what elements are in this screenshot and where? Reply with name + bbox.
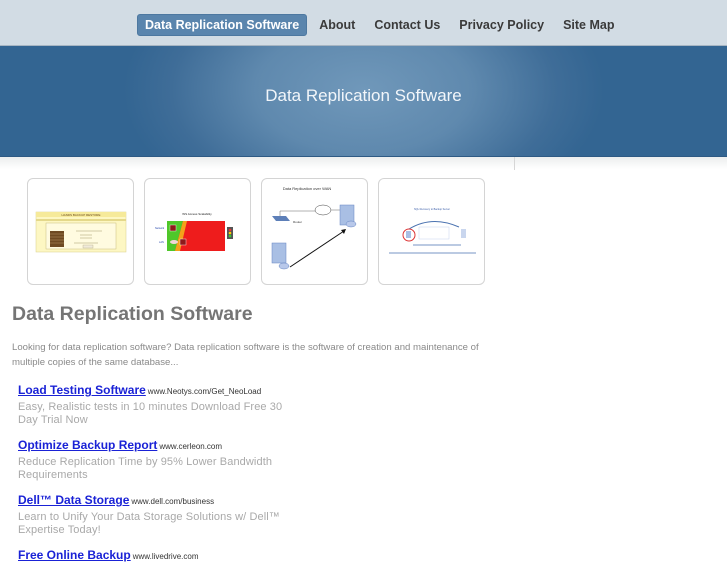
svg-text:Network: Network <box>155 227 165 230</box>
backup-restore-image: HANDS BACKUP RESTORE <box>35 211 127 253</box>
header-banner: Data Replication Software <box>0 46 727 157</box>
thumbnail-sql-recovery[interactable]: SQL Recovery to Backup Server <box>378 178 485 285</box>
replication-wan-image: Data Replication over WAN Router <box>271 186 357 270</box>
banner-shadow <box>0 157 727 169</box>
thumb-caption: SQL Recovery to Backup Server <box>414 208 450 211</box>
nav-item-about[interactable]: About <box>312 15 362 35</box>
nav-item-privacy-policy[interactable]: Privacy Policy <box>452 15 551 35</box>
nav-item-site-map[interactable]: Site Map <box>556 15 621 35</box>
thumb-caption: HANDS BACKUP RESTORE <box>62 213 101 217</box>
thumb-caption: Data Replication over WAN <box>283 186 332 191</box>
svg-text:Router: Router <box>293 220 302 224</box>
thumb-caption: WS Access Scalability <box>182 212 212 216</box>
nav-item-data-replication-software[interactable]: Data Replication Software <box>137 14 308 36</box>
ad-url[interactable]: www.dell.com/business <box>131 497 214 506</box>
ad-title-link[interactable]: Optimize Backup Report <box>18 438 157 452</box>
nav-item-contact-us[interactable]: Contact Us <box>367 15 447 35</box>
ad-title-link[interactable]: Load Testing Software <box>18 383 146 397</box>
thumbnail-backup-restore[interactable]: HANDS BACKUP RESTORE <box>27 178 134 285</box>
ad-item: Dell™ Data Storage www.dell.com/business … <box>18 491 288 537</box>
intro-paragraph: Looking for data replication software? D… <box>12 342 479 368</box>
sponsored-links: Load Testing Software www.Neotys.com/Get_… <box>18 381 288 573</box>
top-navigation-bar: Data Replication Software About Contact … <box>0 0 727 46</box>
ad-title-link[interactable]: Dell™ Data Storage <box>18 493 129 507</box>
ad-item: Load Testing Software www.Neotys.com/Get_… <box>18 381 288 427</box>
ad-item: Optimize Backup Report www.cerleon.com Re… <box>18 436 288 482</box>
svg-text:LAN: LAN <box>159 241 164 244</box>
thumbnail-gallery: HANDS BACKUP RESTORE WS Access Scalabili… <box>27 178 495 285</box>
banner-title: Data Replication Software <box>265 86 462 105</box>
content-title: Data Replication Software <box>12 303 253 325</box>
ad-url[interactable]: www.Neotys.com/Get_NeoLoad <box>148 387 261 396</box>
ad-item: Free Online Backup www.livedrive.com <box>18 546 288 564</box>
thumbnail-scalability[interactable]: WS Access Scalability Network LAN <box>144 178 251 285</box>
sql-recovery-image: SQL Recovery to Backup Server <box>389 208 476 254</box>
scalability-image: WS Access Scalability Network LAN <box>155 212 233 251</box>
ad-description: Reduce Replication Time by 95% Lower Ban… <box>18 456 273 481</box>
ad-url[interactable]: www.cerleon.com <box>159 442 222 451</box>
ad-description: Easy, Realistic tests in 10 minutes Down… <box>18 401 283 426</box>
ad-description: Learn to Unify Your Data Storage Solutio… <box>18 511 280 536</box>
sidebar-divider <box>514 157 515 170</box>
ad-url[interactable]: www.livedrive.com <box>133 552 199 561</box>
thumbnail-replication-wan[interactable]: Data Replication over WAN Router <box>261 178 368 285</box>
nav-menu: Data Replication Software About Contact … <box>137 14 626 36</box>
ad-title-link[interactable]: Free Online Backup <box>18 548 131 562</box>
